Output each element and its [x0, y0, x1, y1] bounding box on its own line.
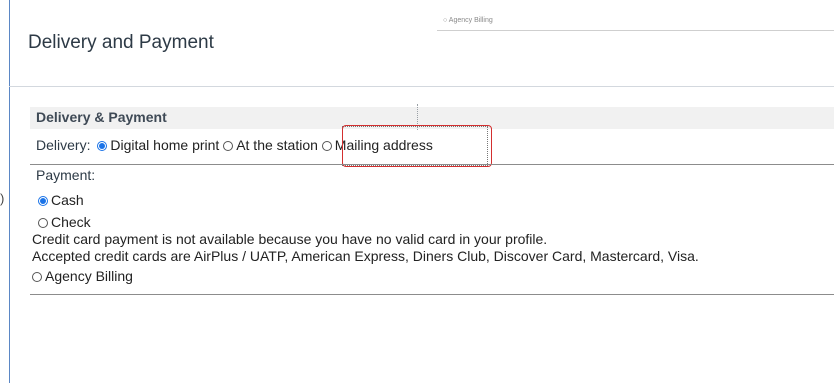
title-divider	[9, 86, 834, 87]
accepted-cards-note: Accepted credit cards are AirPlus / UATP…	[32, 248, 699, 264]
payment-option-label: Check	[51, 214, 91, 230]
payment-option-agency-billing[interactable]: Agency Billing	[32, 268, 133, 284]
top-snippet-text: ○ Agency Billing	[443, 17, 493, 24]
radio-unchecked-icon[interactable]	[38, 218, 48, 228]
section-heading: Delivery & Payment	[36, 109, 167, 125]
delivery-label: Delivery:	[36, 137, 91, 153]
radio-checked-icon[interactable]	[38, 196, 48, 206]
payment-divider	[30, 294, 834, 295]
payment-option-label: Agency Billing	[45, 268, 133, 284]
radio-unchecked-icon[interactable]	[321, 141, 332, 151]
payment-option-cash[interactable]: Cash	[38, 192, 84, 208]
delivery-option-label: Digital home print	[110, 137, 220, 153]
radio-unchecked-icon[interactable]	[32, 272, 42, 282]
payment-option-label: Cash	[51, 192, 84, 208]
delivery-divider	[30, 164, 834, 165]
delivery-option-label: At the station	[236, 137, 318, 153]
radio-unchecked-icon[interactable]	[223, 141, 234, 151]
payment-option-check[interactable]: Check	[38, 214, 91, 230]
highlight-box	[342, 125, 492, 167]
radio-checked-icon[interactable]	[97, 141, 108, 151]
delivery-payment-panel	[9, 0, 834, 383]
payment-label: Payment:	[36, 167, 96, 183]
page-title: Delivery and Payment	[28, 32, 214, 53]
delivery-option-at-the-station[interactable]: At the station	[223, 137, 322, 153]
edge-glyph: )	[0, 191, 5, 206]
credit-card-unavailable-note: Credit card payment is not available bec…	[32, 231, 548, 247]
delivery-option-digital-home-print[interactable]: Digital home print	[97, 137, 223, 153]
top-cropped-snippet: ○ Agency Billing	[437, 16, 834, 31]
